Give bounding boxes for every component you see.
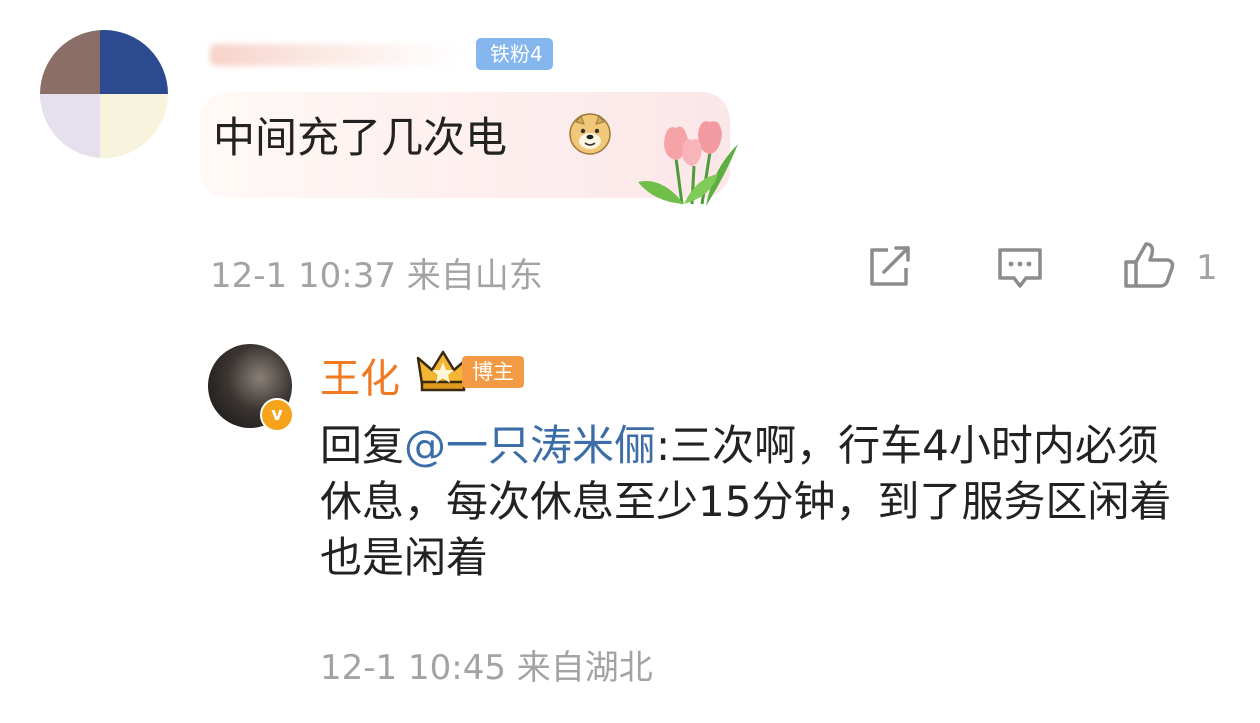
like-count: 1: [1196, 248, 1218, 288]
reply-meta: 12-1 10:45 来自湖北: [320, 640, 653, 689]
blogger-badge: 博主: [462, 356, 524, 388]
share-icon[interactable]: [866, 244, 914, 288]
doge-emoji-icon: [569, 113, 611, 155]
reply-author-name[interactable]: 王化: [320, 346, 400, 404]
comment-text: 中间充了几次电: [213, 113, 508, 162]
comment-icon[interactable]: [996, 246, 1044, 290]
reply-prefix: 回复: [320, 421, 405, 470]
reply-mention-link[interactable]: @一只涛米俪: [404, 421, 656, 470]
comment-location: 来自山东: [406, 256, 543, 296]
tulip-sticker-icon: [638, 121, 738, 206]
comment-meta: 12-1 10:37 来自山东: [210, 248, 543, 297]
like-icon[interactable]: [1122, 240, 1176, 290]
comment-timestamp: 12-1 10:37: [210, 256, 396, 296]
verified-v-icon: v: [260, 398, 294, 432]
commenter-username-blurred[interactable]: [210, 44, 460, 66]
reply-text: 回复@一只涛米俪:三次啊，行车4小时内必须休息，每次休息至少15分钟，到了服务区…: [320, 418, 1200, 586]
commenter-avatar[interactable]: [40, 30, 168, 158]
fan-level-badge: 铁粉4: [476, 38, 553, 70]
reply-timestamp: 12-1 10:45: [320, 648, 506, 688]
reply-location: 来自湖北: [516, 648, 653, 688]
